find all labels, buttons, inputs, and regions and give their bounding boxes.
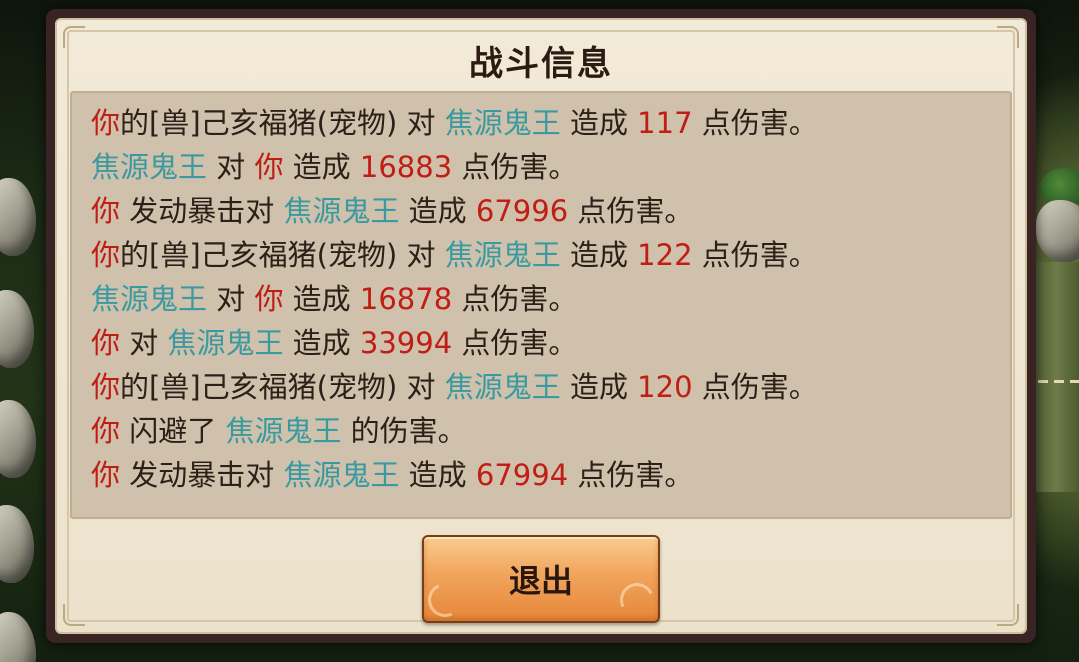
log-text: 对 (120, 326, 168, 360)
log-text: 点伤害。 (692, 370, 818, 404)
log-text: 造成 (399, 458, 476, 492)
log-entry: 焦源鬼王 对 你 造成 16878 点伤害。 (91, 277, 992, 321)
log-text: 的伤害。 (341, 414, 467, 448)
enemy-name: 焦源鬼王 (444, 238, 561, 272)
battlefield-ground (1034, 262, 1079, 492)
enemy-name: 焦源鬼王 (444, 370, 561, 404)
enemy-name: 焦源鬼王 (444, 106, 561, 140)
rock-decoration (0, 612, 36, 662)
frame-corner-ornament (63, 604, 85, 626)
damage-value: 33994 (359, 326, 453, 360)
log-entry: 你 发动暴击对 焦源鬼王 造成 67996 点伤害。 (91, 189, 992, 233)
damage-value: 67994 (475, 458, 569, 492)
enemy-name: 焦源鬼王 (91, 150, 208, 184)
player-name: 你 (91, 194, 121, 228)
log-text: 发动暴击对 (120, 458, 284, 492)
log-text: 点伤害。 (568, 194, 694, 228)
rock-decoration (0, 290, 34, 368)
player-name: 你 (91, 458, 121, 492)
log-entry: 焦源鬼王 对 你 造成 16883 点伤害。 (91, 145, 992, 189)
log-text: 造成 (560, 370, 638, 404)
player-name: 你 (254, 282, 284, 316)
log-text: 点伤害。 (692, 238, 818, 272)
log-text: 点伤害。 (452, 150, 578, 184)
battlefield-marking (1038, 380, 1079, 383)
dialog-title: 战斗信息 (469, 44, 613, 84)
damage-value: 117 (637, 106, 693, 140)
log-text: 的[兽]己亥福猪(宠物) 对 (120, 370, 445, 404)
battle-log-list[interactable]: 你的[兽]己亥福猪(宠物) 对 焦源鬼王 造成 117 点伤害。 焦源鬼王 对 你… (70, 91, 1012, 519)
swirl-ornament-icon (423, 578, 467, 622)
player-name: 你 (91, 326, 121, 360)
player-name: 你 (254, 150, 284, 184)
battle-info-dialog: 战斗信息 你的[兽]己亥福猪(宠物) 对 焦源鬼王 造成 117 点伤害。 焦源鬼… (46, 9, 1036, 643)
log-text: 造成 (283, 326, 360, 360)
dialog-panel: 战斗信息 你的[兽]己亥福猪(宠物) 对 焦源鬼王 造成 117 点伤害。 焦源鬼… (55, 18, 1027, 634)
log-text: 点伤害。 (692, 106, 818, 140)
rock-decoration (1036, 200, 1079, 262)
log-text: 造成 (560, 106, 638, 140)
log-text: 闪避了 (120, 414, 226, 448)
enemy-name: 焦源鬼王 (167, 326, 284, 360)
log-entry: 你的[兽]己亥福猪(宠物) 对 焦源鬼王 造成 122 点伤害。 (91, 233, 992, 277)
log-entry: 你 对 焦源鬼王 造成 33994 点伤害。 (91, 321, 992, 365)
enemy-name: 焦源鬼王 (225, 414, 342, 448)
player-name: 你 (91, 414, 121, 448)
log-text: 造成 (283, 282, 360, 316)
log-entry: 你 闪避了 焦源鬼王 的伤害。 (91, 409, 992, 453)
log-entry: 你的[兽]己亥福猪(宠物) 对 焦源鬼王 造成 120 点伤害。 (91, 365, 992, 409)
rock-decoration (0, 505, 34, 583)
log-text: 点伤害。 (452, 326, 578, 360)
enemy-name: 焦源鬼王 (91, 282, 208, 316)
damage-value: 67996 (475, 194, 569, 228)
player-name: 你 (91, 370, 121, 404)
rock-decoration (0, 178, 36, 256)
log-text: 的[兽]己亥福猪(宠物) 对 (120, 238, 445, 272)
player-name: 你 (91, 106, 121, 140)
player-name: 你 (91, 238, 121, 272)
log-entry: 你 发动暴击对 焦源鬼王 造成 67994 点伤害。 (91, 453, 992, 497)
log-text: 对 (207, 150, 255, 184)
enemy-name: 焦源鬼王 (283, 194, 400, 228)
damage-value: 122 (637, 238, 693, 272)
enemy-name: 焦源鬼王 (283, 458, 400, 492)
log-text: 的[兽]己亥福猪(宠物) 对 (120, 106, 445, 140)
log-text: 对 (207, 282, 255, 316)
log-text: 点伤害。 (568, 458, 694, 492)
log-text: 造成 (399, 194, 476, 228)
damage-value: 16883 (359, 150, 453, 184)
log-text: 点伤害。 (452, 282, 578, 316)
log-text: 造成 (283, 150, 360, 184)
exit-button[interactable]: 退出 (422, 535, 660, 623)
log-text: 发动暴击对 (120, 194, 284, 228)
damage-value: 16878 (359, 282, 453, 316)
rock-decoration (0, 400, 36, 478)
exit-button-label: 退出 (508, 562, 573, 600)
frame-corner-ornament (997, 604, 1019, 626)
swirl-ornament-icon (615, 578, 659, 622)
log-entry: 你的[兽]己亥福猪(宠物) 对 焦源鬼王 造成 117 点伤害。 (91, 101, 992, 145)
damage-value: 120 (637, 370, 693, 404)
log-text: 造成 (560, 238, 638, 272)
